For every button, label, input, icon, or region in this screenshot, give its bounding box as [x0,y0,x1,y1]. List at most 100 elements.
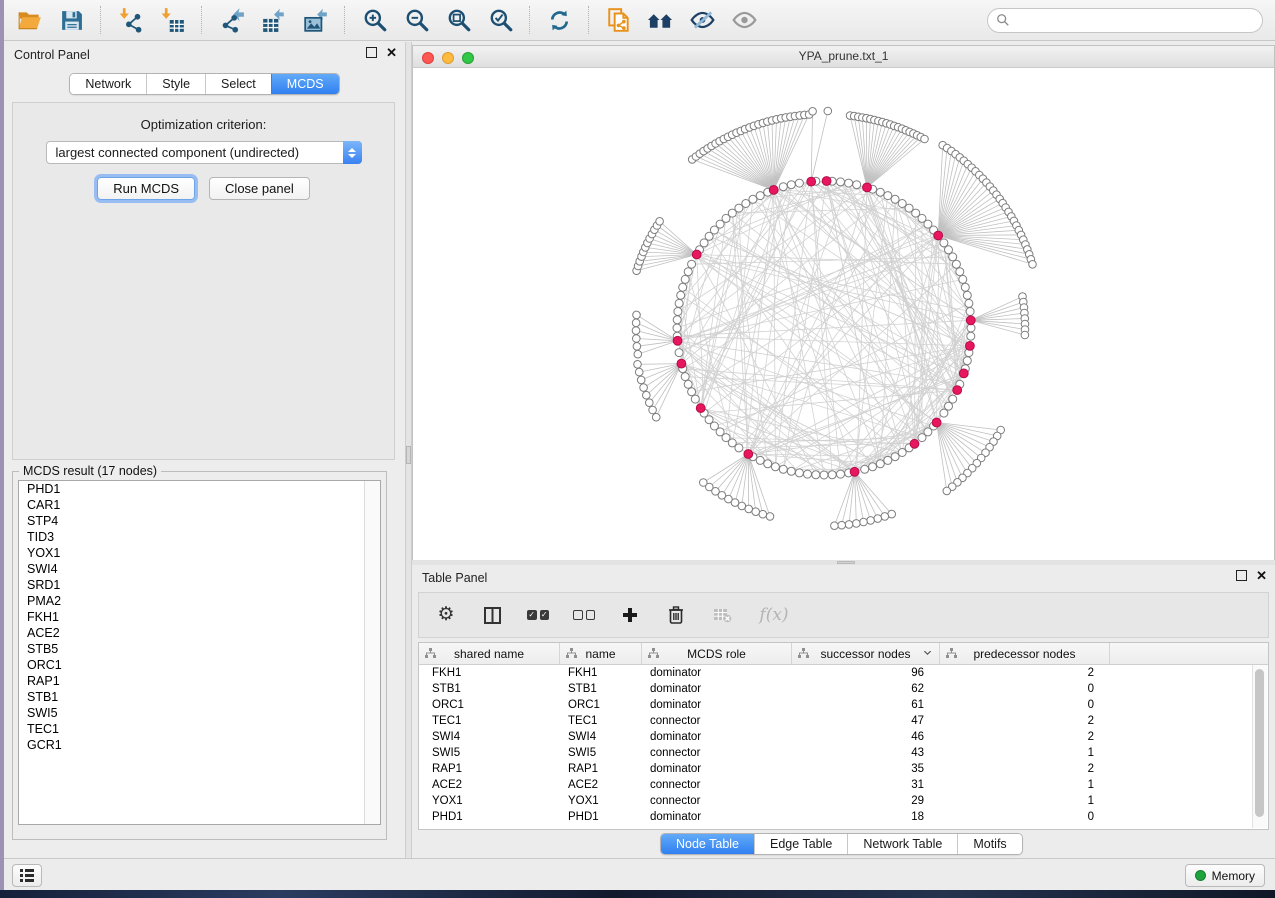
mcds-result-item[interactable]: CAR1 [19,497,380,513]
tab-select[interactable]: Select [205,74,271,94]
column-header-label: predecessor nodes [973,647,1075,661]
close-panel-icon[interactable]: ✕ [1256,570,1267,581]
task-history-button[interactable] [12,864,42,887]
mcds-result-item[interactable]: PMA2 [19,593,380,609]
table-cell: 29 [792,795,940,807]
mcds-list-scrollbar[interactable] [364,481,380,824]
mcds-result-item[interactable]: PHD1 [19,481,380,497]
export-table-button[interactable] [260,7,287,34]
mcds-result-item[interactable]: SWI4 [19,561,380,577]
delete-table-button-disabled[interactable] [711,604,733,626]
mcds-result-item[interactable]: STB1 [19,689,380,705]
mcds-result-item[interactable]: STB5 [19,641,380,657]
table-cell: PHD1 [560,811,642,823]
table-cell: connector [642,795,792,807]
zoom-fit-button[interactable] [445,7,472,34]
mcds-result-item[interactable]: FKH1 [19,609,380,625]
table-scrollbar[interactable] [1252,665,1267,828]
table-settings-button[interactable]: ⚙ [435,604,457,626]
mcds-result-item[interactable]: GCR1 [19,737,380,753]
tab-style[interactable]: Style [146,74,205,94]
create-column-button[interactable] [619,604,641,626]
zoom-in-button[interactable] [361,7,388,34]
table-tab-node-table[interactable]: Node Table [661,834,754,854]
vertical-splitter[interactable] [405,42,412,858]
zoom-selected-button[interactable] [487,7,514,34]
mcds-result-item[interactable]: TEC1 [19,721,380,737]
table-cell: dominator [642,667,792,679]
float-panel-icon[interactable] [366,47,377,58]
search-field[interactable] [987,8,1263,33]
memory-button[interactable]: Memory [1185,864,1265,887]
search-input[interactable] [1015,12,1254,28]
close-panel-icon[interactable]: ✕ [386,47,397,58]
window-close-button[interactable] [422,52,434,64]
table-row[interactable]: PHD1PHD1dominator180 [419,809,1268,825]
mcds-result-item[interactable]: STP4 [19,513,380,529]
table-tab-motifs[interactable]: Motifs [957,834,1021,854]
mcds-result-item[interactable]: SWI5 [19,705,380,721]
import-network-button[interactable] [117,7,144,34]
column-header-shared-name[interactable]: shared name [419,643,560,664]
table-tab-edge-table[interactable]: Edge Table [754,834,847,854]
table-row[interactable]: RAP1RAP1dominator352 [419,761,1268,777]
status-bar: Memory [4,858,1275,890]
refresh-button[interactable] [546,7,573,34]
mcds-result-item[interactable]: YOX1 [19,545,380,561]
table-row[interactable]: ACE2ACE2connector311 [419,777,1268,793]
zoom-out-button[interactable] [403,7,430,34]
splitter-handle[interactable] [837,561,855,564]
delete-column-button[interactable] [665,604,687,626]
table-row[interactable]: FKH1FKH1dominator962 [419,665,1268,681]
zoom-selected-icon [488,7,514,33]
close-panel-button[interactable]: Close panel [209,177,310,200]
network-canvas[interactable] [412,68,1275,560]
unselect-all-columns-button[interactable] [573,604,595,626]
criterion-dropdown[interactable]: largest connected component (undirected) [46,141,362,164]
show-columns-button[interactable] [481,604,503,626]
save-session-button[interactable] [58,7,85,34]
table-row[interactable]: TEC1TEC1connector472 [419,713,1268,729]
houses-icon-button[interactable] [647,7,674,34]
column-header-predecessor-nodes[interactable]: predecessor nodes [940,643,1110,664]
table-cell: dominator [642,683,792,695]
scrollbar-thumb[interactable] [1255,669,1264,817]
import-table-button[interactable] [159,7,186,34]
criterion-dropdown-value: largest connected component (undirected) [47,145,343,160]
copy-network-button[interactable] [605,7,632,34]
tab-mcds[interactable]: MCDS [271,74,339,94]
column-header-name[interactable]: name [560,643,642,664]
show-all-button[interactable] [731,7,758,34]
node-table[interactable]: shared namenameMCDS rolesuccessor nodes p… [418,642,1269,830]
hide-selected-button[interactable] [689,7,716,34]
export-image-button[interactable] [302,7,329,34]
float-panel-icon[interactable] [1236,570,1247,581]
table-row[interactable]: YOX1YOX1connector291 [419,793,1268,809]
search-icon [996,13,1010,27]
run-mcds-button[interactable]: Run MCDS [97,177,195,200]
mcds-result-item[interactable]: SRD1 [19,577,380,593]
window-maximize-button[interactable] [462,52,474,64]
function-builder-button-disabled[interactable]: f(x) [757,604,791,626]
table-cell: SWI4 [419,731,560,743]
export-network-button[interactable] [218,7,245,34]
table-row[interactable]: SWI4SWI4dominator462 [419,729,1268,745]
network-graph[interactable] [413,68,1275,560]
column-header-MCDS-role[interactable]: MCDS role [642,643,792,664]
network-window-titlebar[interactable]: YPA_prune.txt_1 [412,45,1275,68]
mcds-result-item[interactable]: TID3 [19,529,380,545]
mcds-result-item[interactable]: ACE2 [19,625,380,641]
splitter-handle[interactable] [406,446,411,464]
tab-network[interactable]: Network [70,74,146,94]
column-header-successor-nodes[interactable]: successor nodes [792,643,940,664]
mcds-result-list[interactable]: PHD1CAR1STP4TID3YOX1SWI4SRD1PMA2FKH1ACE2… [18,480,381,825]
mcds-result-item[interactable]: RAP1 [19,673,380,689]
select-all-columns-button[interactable]: ✓✓ [527,604,549,626]
table-tab-network-table[interactable]: Network Table [847,834,957,854]
mcds-result-item[interactable]: ORC1 [19,657,380,673]
table-row[interactable]: ORC1ORC1dominator610 [419,697,1268,713]
table-row[interactable]: SWI5SWI5connector431 [419,745,1268,761]
window-minimize-button[interactable] [442,52,454,64]
table-row[interactable]: STB1STB1dominator620 [419,681,1268,697]
open-file-button[interactable] [16,7,43,34]
